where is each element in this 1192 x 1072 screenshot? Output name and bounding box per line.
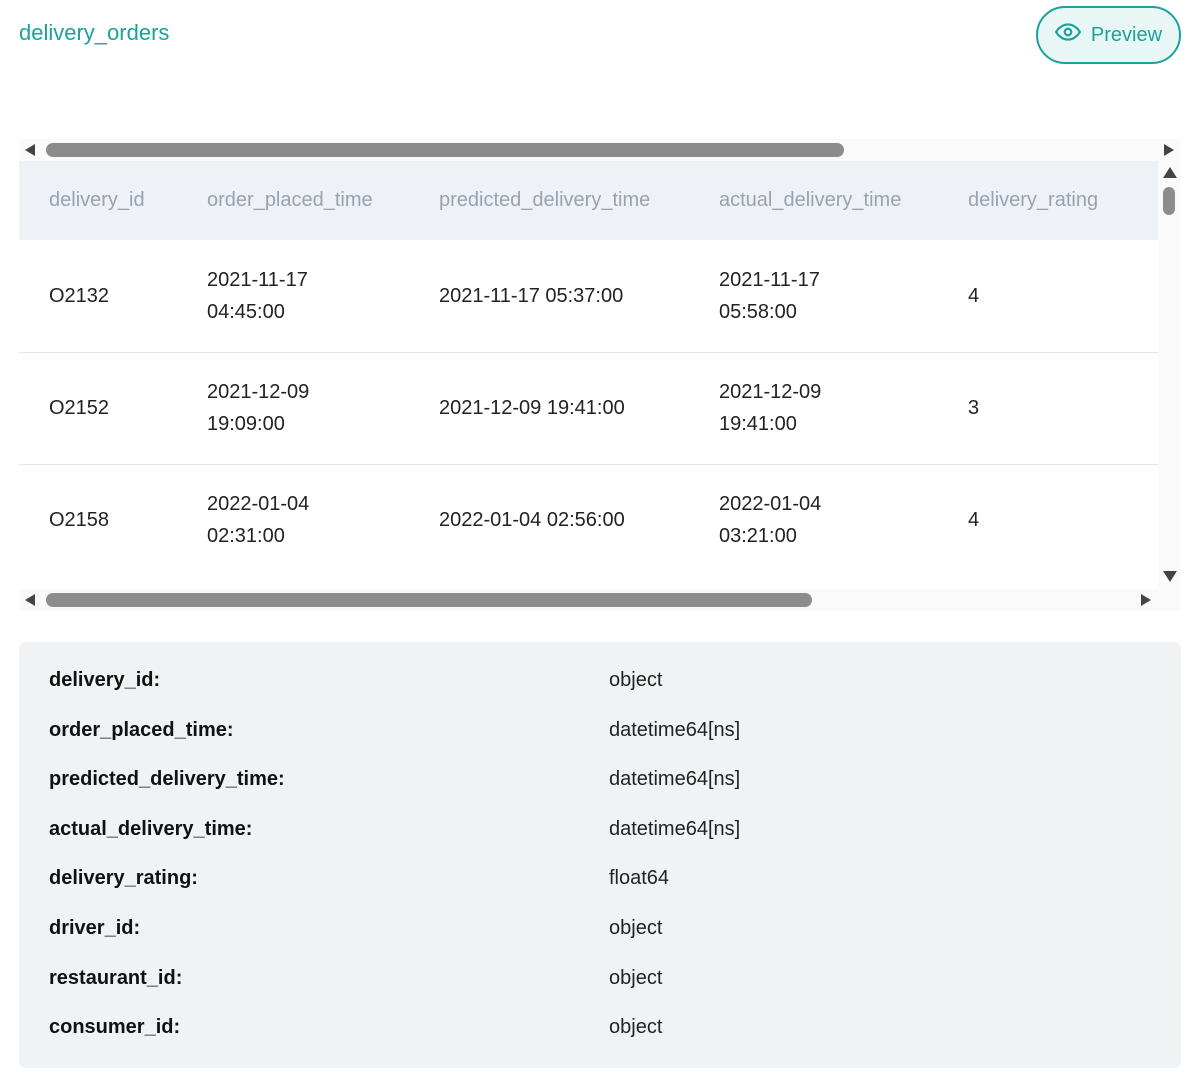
column-header[interactable]: order_placed_time <box>177 161 409 240</box>
cell-actual-delivery-time: 2021-11-17 05:58:00 <box>689 240 938 352</box>
horizontal-scroll-thumb[interactable] <box>46 593 812 607</box>
table-vertical-scrollbar[interactable] <box>1158 161 1181 589</box>
schema-column-dtype: float64 <box>609 867 670 890</box>
cell-date: 2022-01-04 <box>207 493 310 515</box>
cell-delivery-id: O2158 <box>49 509 110 531</box>
schema-row: consumer_id: object <box>19 1016 1181 1066</box>
table-row: O2132 2021-11-17 04:45:00 2021-11-17 05:… <box>19 240 1158 352</box>
schema-row: restaurant_id: object <box>19 967 1181 1017</box>
cell-date: 2021-11-17 <box>207 268 308 291</box>
cell-delivery-rating: 3 <box>968 397 980 419</box>
column-header[interactable]: predicted_delivery_time <box>409 161 689 240</box>
table-row: O2152 2021-12-09 19:09:00 2021-12-09 19:… <box>19 352 1158 464</box>
column-header[interactable]: actual_delivery_time <box>689 161 938 240</box>
schema-row: actual_delivery_time: datetime64[ns] <box>19 818 1181 868</box>
data-preview-table: delivery_id order_placed_time predicted_… <box>19 161 1158 576</box>
schema-column-name: predicted_delivery_time: <box>49 768 285 791</box>
schema-column-dtype: datetime64[ns] <box>609 718 741 741</box>
dataset-title-link[interactable]: delivery_orders <box>19 20 169 46</box>
table-header-row: delivery_id order_placed_time predicted_… <box>19 161 1158 240</box>
schema-column-name: delivery_id: <box>49 669 161 691</box>
schema-column-dtype: object <box>609 1016 663 1039</box>
cell-time: 03:21:00 <box>719 525 797 547</box>
cell-actual-delivery-time: 2021-12-09 19:41:00 <box>689 352 938 464</box>
scroll-right-arrow-icon[interactable] <box>1141 594 1151 606</box>
schema-row: delivery_id: object <box>19 669 1181 719</box>
column-header[interactable]: delivery_rating <box>938 161 1158 240</box>
cell-time: 02:31:00 <box>207 525 285 547</box>
table-bottom-horizontal-scrollbar[interactable] <box>19 589 1181 611</box>
cell-order-placed-time: 2021-11-17 04:45:00 <box>177 240 409 352</box>
cell-date: 2021-12-09 <box>719 381 822 403</box>
cell-predicted-delivery-time: 2022-01-04 02:56:00 <box>439 509 625 531</box>
cell-date: 2021-11-17 <box>719 268 820 291</box>
cell-date: 2022-01-04 <box>719 493 822 515</box>
eye-icon <box>1054 19 1081 51</box>
schema-row: driver_id: object <box>19 917 1181 967</box>
preview-button[interactable]: Preview <box>1036 6 1181 64</box>
vertical-scroll-thumb[interactable] <box>1163 187 1175 215</box>
table-row: O2158 2022-01-04 02:31:00 2022-01-04 02:… <box>19 464 1158 576</box>
cell-predicted-delivery-time: 2021-12-09 19:41:00 <box>439 397 625 419</box>
scroll-up-arrow-icon[interactable] <box>1163 167 1177 178</box>
cell-date: 2021-12-09 <box>207 381 310 403</box>
schema-panel: delivery_id: object order_placed_time: d… <box>19 642 1181 1068</box>
scroll-left-arrow-icon[interactable] <box>25 594 35 606</box>
cell-time: 19:41:00 <box>719 413 797 435</box>
table-top-horizontal-scrollbar[interactable] <box>19 139 1181 161</box>
schema-column-dtype: datetime64[ns] <box>609 817 741 840</box>
cell-delivery-rating: 4 <box>968 284 980 307</box>
preview-button-label: Preview <box>1090 23 1163 46</box>
schema-column-name: consumer_id: <box>49 1016 181 1039</box>
schema-row: predicted_delivery_time: datetime64[ns] <box>19 768 1181 818</box>
scroll-right-arrow-icon[interactable] <box>1164 144 1174 156</box>
schema-row: order_placed_time: datetime64[ns] <box>19 719 1181 769</box>
cell-delivery-id: O2132 <box>49 284 110 307</box>
cell-order-placed-time: 2021-12-09 19:09:00 <box>177 352 409 464</box>
schema-column-name: restaurant_id: <box>49 966 183 989</box>
cell-predicted-delivery-time: 2021-11-17 05:37:00 <box>439 284 624 307</box>
schema-column-name: driver_id: <box>49 916 141 939</box>
cell-order-placed-time: 2022-01-04 02:31:00 <box>177 464 409 576</box>
scroll-left-arrow-icon[interactable] <box>25 144 35 156</box>
schema-column-name: actual_delivery_time: <box>49 817 253 840</box>
schema-column-dtype: datetime64[ns] <box>609 768 741 791</box>
horizontal-scroll-thumb[interactable] <box>46 143 844 157</box>
schema-row: delivery_rating: float64 <box>19 867 1181 917</box>
cell-delivery-rating: 4 <box>968 509 980 531</box>
schema-column-dtype: object <box>609 669 663 691</box>
schema-column-name: delivery_rating: <box>49 867 198 890</box>
cell-delivery-id: O2152 <box>49 397 110 419</box>
scroll-down-arrow-icon[interactable] <box>1163 571 1177 582</box>
cell-time: 04:45:00 <box>207 300 285 323</box>
cell-time: 19:09:00 <box>207 413 285 435</box>
schema-column-name: order_placed_time: <box>49 718 234 741</box>
schema-column-dtype: object <box>609 966 663 989</box>
schema-column-dtype: object <box>609 916 663 939</box>
column-header[interactable]: delivery_id <box>19 161 177 240</box>
cell-actual-delivery-time: 2022-01-04 03:21:00 <box>689 464 938 576</box>
cell-time: 05:58:00 <box>719 300 797 323</box>
